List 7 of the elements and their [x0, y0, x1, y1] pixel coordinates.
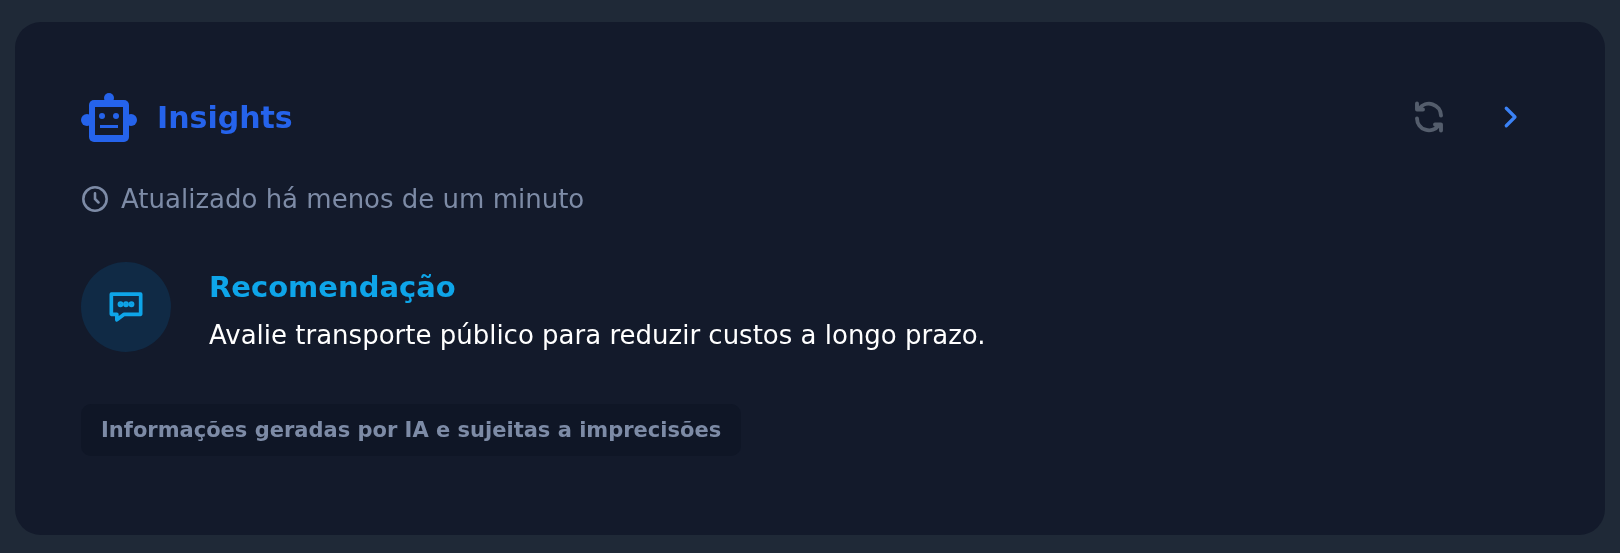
clock-icon: [81, 185, 109, 213]
updated-text: Atualizado há menos de um minuto: [121, 184, 585, 214]
insight-text: Avalie transporte público para reduzir custos a longo prazo.: [209, 320, 986, 350]
robot-icon: [81, 92, 137, 142]
card-title: Insights: [157, 99, 293, 135]
insight-title: Recomendação: [209, 270, 456, 304]
disclaimer-note: Informações geradas por IA e sujeitas a imprecisões: [81, 404, 742, 456]
